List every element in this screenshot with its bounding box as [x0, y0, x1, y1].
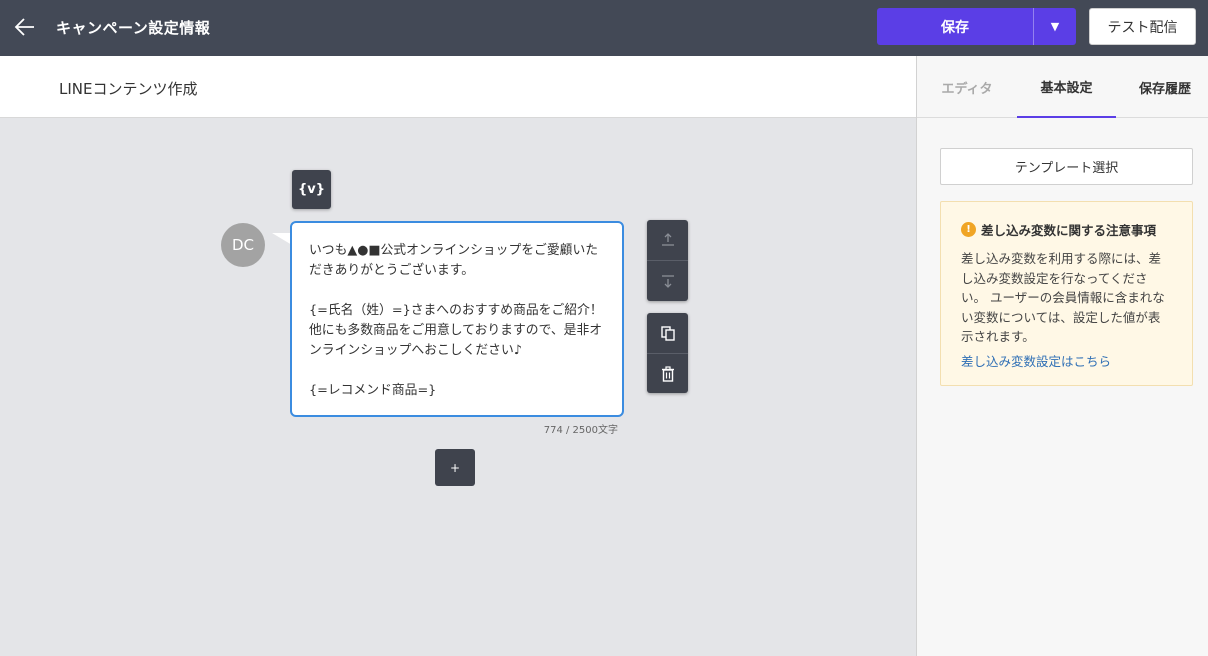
tab-editor[interactable]: エディタ: [917, 56, 1017, 118]
message-textarea[interactable]: いつも▲●■公式オンラインショップをご愛顧いただきありがとうございます。 {=氏…: [290, 221, 624, 417]
avatar: DC: [221, 223, 265, 267]
variable-settings-link[interactable]: 差し込み変数設定はこちら: [961, 351, 1111, 370]
move-up-icon[interactable]: [647, 220, 688, 260]
top-bar: キャンペーン設定情報 保存 ▼ テスト配信: [0, 0, 1208, 56]
trash-icon[interactable]: [647, 353, 688, 393]
template-select-button[interactable]: テンプレート選択: [940, 148, 1193, 185]
bubble-tail: [272, 233, 292, 245]
settings-panel: エディタ 基本設定 保存履歴 テンプレート選択 ! 差し込み変数に関する注意事項…: [916, 56, 1208, 656]
save-dropdown-button[interactable]: ▼: [1034, 8, 1076, 45]
char-count: 774 / 2500文字: [543, 425, 618, 436]
tab-basic-settings[interactable]: 基本設定: [1017, 56, 1116, 118]
insert-variable-button[interactable]: {v}: [292, 170, 331, 209]
notice-header: ! 差し込み変数に関する注意事項: [961, 220, 1172, 239]
test-send-button[interactable]: テスト配信: [1089, 8, 1196, 45]
content-header: LINEコンテンツ作成: [0, 56, 916, 118]
caret-down-icon: ▼: [1050, 20, 1060, 33]
notice-title: 差し込み変数に関する注意事項: [981, 223, 1157, 238]
edit-tools: [647, 313, 688, 393]
panel-tabs: エディタ 基本設定 保存履歴: [917, 56, 1208, 118]
content-title: LINEコンテンツ作成: [59, 80, 198, 98]
back-icon[interactable]: [12, 14, 38, 40]
page-title: キャンペーン設定情報: [56, 19, 211, 37]
save-button-group: 保存 ▼: [877, 8, 1076, 45]
move-down-icon[interactable]: [647, 260, 688, 300]
copy-icon[interactable]: [647, 313, 688, 353]
move-tools: [647, 220, 688, 301]
notice-body: 差し込み変数を利用する際には、差し込み変数設定を行なってください。 ユーザーの会…: [961, 251, 1165, 344]
variable-notice: ! 差し込み変数に関する注意事項 差し込み変数を利用する際には、差し込み変数設定…: [940, 201, 1193, 386]
save-button[interactable]: 保存: [877, 8, 1034, 45]
info-icon: !: [961, 222, 976, 237]
tab-save-history[interactable]: 保存履歴: [1116, 56, 1208, 118]
add-message-button[interactable]: +: [435, 449, 475, 486]
